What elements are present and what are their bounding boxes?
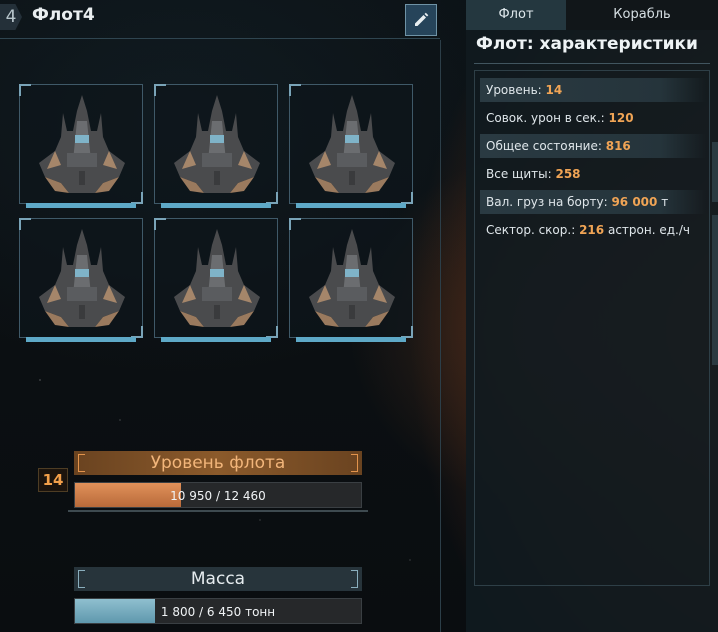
stat-row: Совок. урон в сек.: 120 — [480, 106, 706, 130]
ship-health-bar — [296, 337, 406, 342]
ship-health-bar — [161, 203, 271, 208]
stat-row: Общее состояние: 816 — [480, 134, 706, 158]
ship-health-bar — [26, 203, 136, 208]
fleet-stats-panel: Флот: характеристики Уровень: 14 Совок. … — [466, 30, 718, 632]
fleet-level-badge: 14 — [38, 468, 68, 492]
bracket-right — [351, 570, 358, 588]
mass-progress-text: 1 800 / 6 450 тонн — [160, 605, 276, 619]
ship-health-bar — [296, 203, 406, 208]
stat-label: Общее состояние: — [486, 139, 602, 153]
stat-value: 258 — [555, 167, 581, 181]
stat-value: 14 — [545, 83, 563, 97]
stat-row: Уровень: 14 — [480, 78, 706, 102]
panel-scroll-decor — [712, 215, 718, 365]
fleet-level-progress-text: 10 950 / 12 460 — [170, 489, 266, 503]
stat-value: 120 — [608, 111, 634, 125]
bracket-right — [351, 454, 358, 472]
ship-slot[interactable] — [289, 84, 413, 208]
corner-decor — [19, 84, 31, 96]
corner-decor — [154, 84, 166, 96]
panel-title: Флот: характеристики — [476, 34, 698, 54]
stat-label: Уровень: — [486, 83, 542, 97]
fleet-level-label: Уровень флота — [150, 453, 286, 473]
panel-divider — [474, 63, 710, 64]
stat-label: Вал. груз на борту: — [486, 195, 608, 209]
corner-decor — [154, 218, 166, 230]
panel-scroll-decor — [712, 142, 718, 202]
ship-slot[interactable] — [154, 218, 278, 342]
fleet-title: Флот4 — [32, 5, 95, 25]
stat-unit: астрон. ед./ч — [607, 223, 690, 237]
ship-health-bar — [161, 337, 271, 342]
mass-progress: 1 800 / 6 450 тонн — [74, 598, 362, 624]
stat-value: 96 000 — [611, 195, 658, 209]
tab-fleet[interactable]: Флот — [466, 0, 566, 30]
stat-label: Сектор. скор.: — [486, 223, 576, 237]
fleet-level-title: Уровень флота — [74, 451, 362, 475]
fleet-level-progress: 10 950 / 12 460 — [74, 482, 362, 508]
fleet-number-badge: 4 — [0, 4, 22, 30]
stat-value: 816 — [605, 139, 631, 153]
divider — [68, 510, 368, 512]
corner-decor — [19, 218, 31, 230]
bracket-left — [78, 454, 85, 472]
corner-decor — [289, 218, 301, 230]
stat-unit: т — [661, 195, 669, 209]
stat-value: 216 — [579, 223, 605, 237]
stat-label: Все щиты: — [486, 167, 552, 181]
pencil-icon — [415, 12, 429, 26]
mass-label: Масса — [190, 569, 246, 589]
corner-decor — [289, 84, 301, 96]
edit-fleet-name-button[interactable] — [405, 4, 437, 36]
ship-slot[interactable] — [19, 218, 143, 342]
header-divider — [0, 38, 440, 39]
ship-slot[interactable] — [19, 84, 143, 208]
stat-label: Совок. урон в сек.: — [486, 111, 605, 125]
ship-slot[interactable] — [289, 218, 413, 342]
stat-row: Все щиты: 258 — [480, 162, 706, 186]
tab-ship[interactable]: Корабль — [566, 0, 718, 30]
ship-health-bar — [26, 337, 136, 342]
stat-row: Вал. груз на борту: 96 000 т — [480, 190, 706, 214]
ship-slot[interactable] — [154, 84, 278, 208]
stats-sidebar: Флот Корабль Флот: характеристики Уровен… — [466, 0, 718, 632]
stat-row: Сектор. скор.: 216 астрон. ед./ч — [480, 218, 706, 242]
mass-title: Масса — [74, 567, 362, 591]
bracket-left — [78, 570, 85, 588]
fleet-header: 4 Флот4 — [0, 0, 445, 40]
